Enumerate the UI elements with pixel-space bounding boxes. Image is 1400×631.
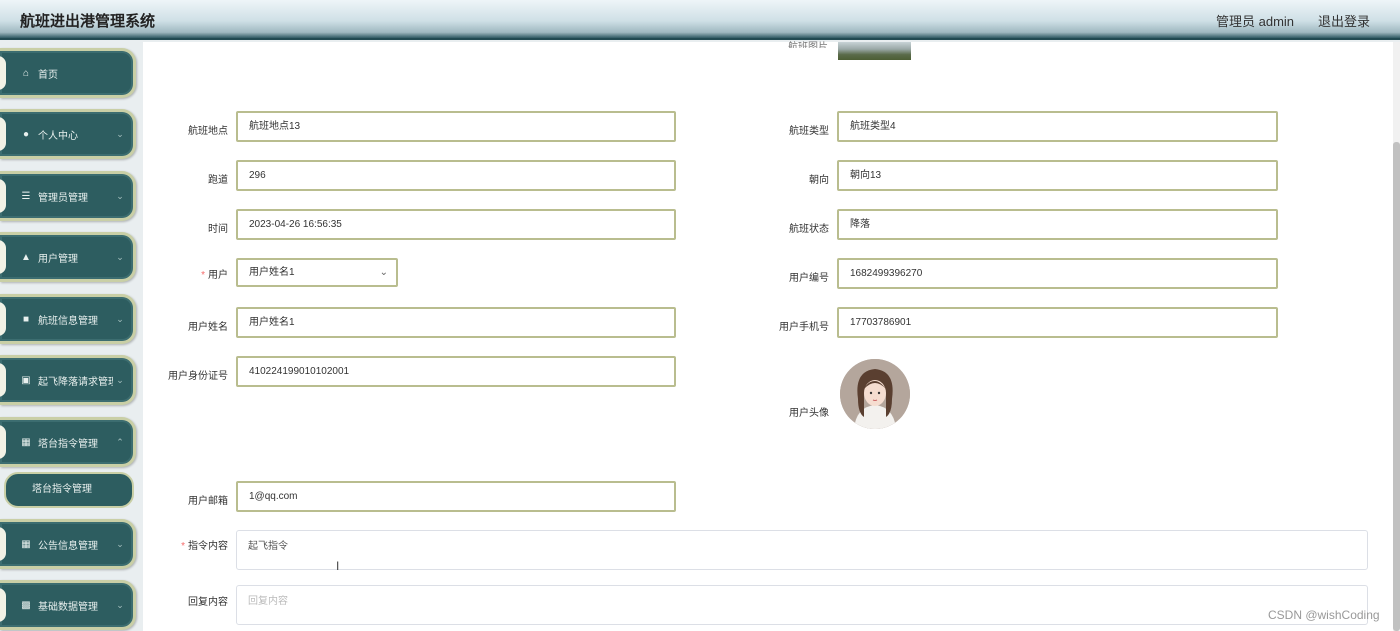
flight-status-label: 航班状态 (789, 224, 829, 235)
sidebar-item-label: 起飞降落请求管理 (38, 376, 113, 388)
sidebar: ⌂ 首页 ● 个人中心 ⌄ ☰ 管理员管理 ⌄ ▲ 用户管理 ⌄ ■ 航班信息管… (0, 42, 136, 631)
sidebar-item-label: 航班信息管理 (38, 315, 98, 327)
user-avatar-image (840, 359, 910, 429)
sidebar-item-label: 公告信息管理 (38, 540, 98, 552)
flight-location-field[interactable]: 航班地点13 (236, 111, 676, 142)
thumb-icon: ▲ (21, 251, 31, 263)
sidebar-item-tower[interactable]: ▦ 塔台指令管理 ⌃ (0, 417, 136, 467)
sidebar-item-requests[interactable]: ▣ 起飞降落请求管理 ⌄ (0, 355, 136, 405)
chevron-down-icon: ⌄ (116, 190, 124, 201)
user-email-field[interactable]: 1@qq.com (236, 481, 676, 512)
flight-type-field[interactable]: 航班类型4 (837, 111, 1278, 142)
sidebar-item-home[interactable]: ⌂ 首页 (0, 48, 136, 98)
sidebar-item-label: 用户管理 (38, 253, 78, 265)
user-email-label: 用户邮箱 (188, 496, 228, 507)
list-icon: ☰ (21, 190, 31, 202)
required-mark: * (181, 541, 185, 552)
reply-label: 回复内容 (188, 597, 228, 608)
sidebar-item-label: 首页 (38, 69, 58, 81)
grid-icon: ▦ (21, 436, 31, 448)
sidebar-item-label: 管理员管理 (38, 192, 88, 204)
user-icon: ● (22, 128, 30, 140)
submenu-item-tower[interactable]: 塔台指令管理 (4, 472, 134, 508)
scrollbar[interactable] (1393, 42, 1400, 631)
required-mark: * (201, 270, 205, 281)
top-header: 航班进出港管理系统 管理员 admin 退出登录 (0, 0, 1400, 40)
flight-status-field[interactable]: 降落 (837, 209, 1278, 240)
user-select[interactable]: 用户姓名1 ⌄ (236, 258, 398, 287)
runway-field[interactable]: 296 (236, 160, 676, 191)
sidebar-item-flights[interactable]: ■ 航班信息管理 ⌄ (0, 294, 136, 344)
user-id-field[interactable]: 410224199010102001 (236, 356, 676, 387)
chevron-down-icon: ⌄ (116, 313, 124, 324)
sidebar-item-admins[interactable]: ☰ 管理员管理 ⌄ (0, 171, 136, 221)
instruction-label: * 指令内容 (138, 537, 228, 552)
sidebar-item-basedata[interactable]: ▩ 基础数据管理 ⌄ (0, 580, 136, 630)
runway-label: 跑道 (208, 175, 228, 186)
sidebar-item-label: 基础数据管理 (38, 601, 98, 613)
admin-label: 管理员 admin (1216, 14, 1295, 29)
chart-icon: ▩ (21, 599, 31, 611)
sidebar-item-users[interactable]: ▲ 用户管理 ⌄ (0, 232, 136, 282)
sidebar-item-label: 个人中心 (38, 130, 78, 142)
sidebar-item-personal[interactable]: ● 个人中心 ⌄ (0, 109, 136, 159)
instruction-textarea[interactable]: 起飞指令 (236, 530, 1368, 570)
user-name-field[interactable]: 用户姓名1 (236, 307, 676, 338)
instruction-label-text: 指令内容 (188, 541, 228, 552)
user-avatar-label: 用户头像 (789, 408, 829, 419)
heading-label: 朝向 (809, 175, 829, 186)
flight-image-label: 航班图片 (788, 42, 828, 48)
user-name-label: 用户姓名 (188, 322, 228, 333)
user-label: * 用户 (138, 266, 228, 281)
flight-type-label: 航班类型 (789, 126, 829, 137)
chevron-down-icon: ⌄ (116, 374, 124, 385)
time-field[interactable]: 2023-04-26 16:56:35 (236, 209, 676, 240)
user-phone-field[interactable]: 17703786901 (837, 307, 1278, 338)
chevron-down-icon: ⌄ (116, 538, 124, 549)
flight-image (838, 42, 911, 60)
book-icon: ■ (22, 313, 30, 325)
app-title: 航班进出港管理系统 (20, 13, 156, 30)
user-no-field[interactable]: 1682499396270 (837, 258, 1278, 289)
grid-icon: ▦ (21, 538, 31, 550)
scrollbar-thumb[interactable] (1393, 142, 1400, 631)
sidebar-item-label: 塔台指令管理 (38, 438, 98, 450)
user-no-label: 用户编号 (789, 273, 829, 284)
chevron-up-icon: ⌃ (116, 436, 124, 447)
user-phone-label: 用户手机号 (779, 322, 829, 333)
flight-location-label: 航班地点 (188, 126, 228, 137)
reply-textarea[interactable]: 回复内容 (236, 585, 1368, 625)
briefcase-icon: ▣ (21, 374, 31, 386)
chevron-down-icon: ⌄ (116, 251, 124, 262)
chevron-down-icon: ⌄ (116, 599, 124, 610)
logout-link[interactable]: 退出登录 (1318, 11, 1370, 30)
user-label-text: 用户 (208, 270, 228, 281)
user-id-label: 用户身份证号 (168, 371, 228, 382)
time-label: 时间 (208, 224, 228, 235)
chevron-down-icon: ⌄ (116, 128, 124, 139)
sidebar-item-notices[interactable]: ▦ 公告信息管理 ⌄ (0, 519, 136, 569)
chevron-down-icon: ⌄ (379, 267, 388, 278)
heading-field[interactable]: 朝向13 (837, 160, 1278, 191)
user-select-value: 用户姓名1 (249, 267, 295, 278)
home-icon: ⌂ (22, 67, 30, 79)
watermark: CSDN @wishCoding (1268, 608, 1380, 622)
text-cursor-icon: I (336, 559, 340, 573)
